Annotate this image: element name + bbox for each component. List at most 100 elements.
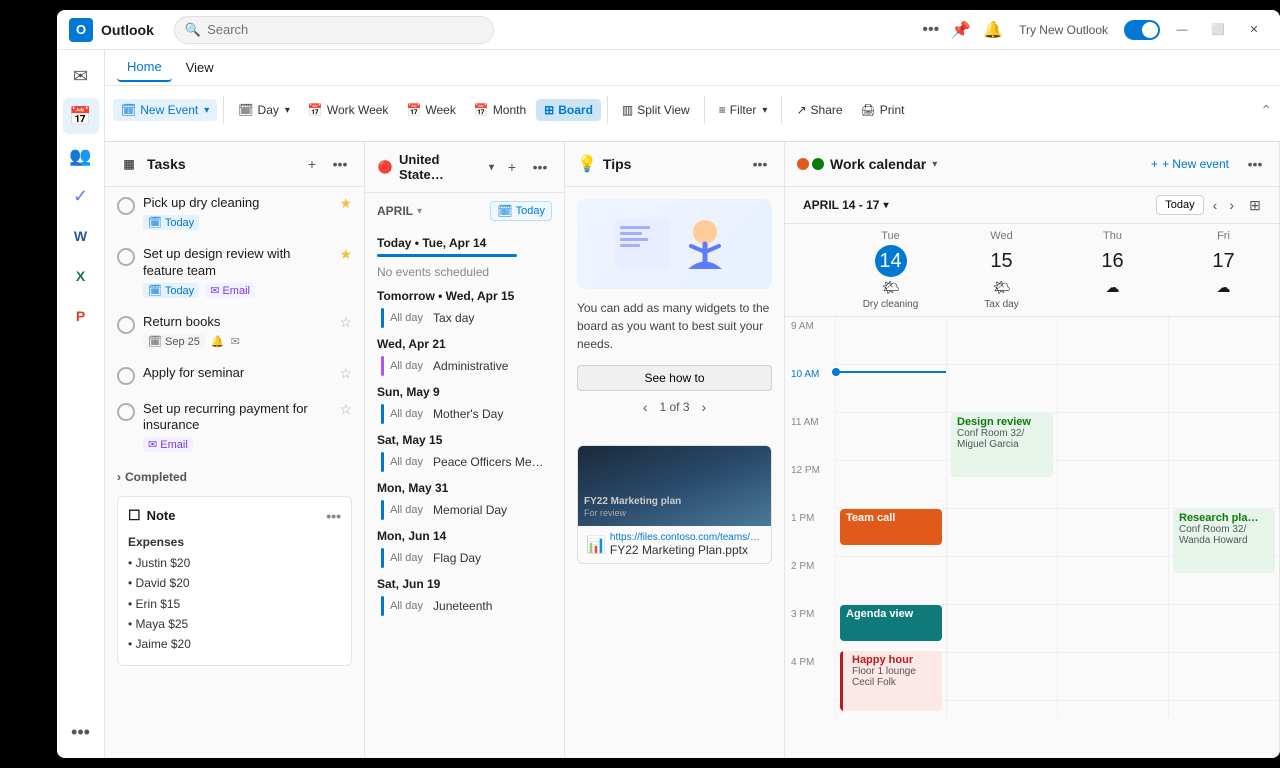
tasks-more-button[interactable]: ••• — [328, 152, 352, 176]
list-item[interactable]: All day Tax day — [365, 305, 564, 331]
new-event-button[interactable]: 🗓 New Event ▾ — [113, 99, 217, 121]
day-event-label: Tax day — [950, 299, 1053, 310]
task-star-icon[interactable]: ★ — [339, 246, 352, 263]
try-outlook-toggle[interactable] — [1124, 20, 1160, 40]
event-block-sub1: Conf Room 32/ — [1179, 524, 1269, 535]
search-bar[interactable]: 🔍 — [174, 16, 494, 44]
note-more-icon[interactable]: ••• — [326, 508, 341, 524]
sidebar-item-more[interactable]: ••• — [63, 714, 99, 750]
calendar-month-dropdown-icon[interactable]: ▾ — [417, 206, 422, 217]
cal-event-block[interactable]: Agenda view — [840, 605, 942, 641]
maximize-button[interactable]: ⬜ — [1204, 16, 1232, 44]
month-view-button[interactable]: ⊞ — [1243, 193, 1267, 217]
split-view-button[interactable]: ▥ Split View — [614, 99, 698, 121]
filter-button[interactable]: ≡ Filter ▾ — [711, 99, 776, 121]
task-checkbox[interactable] — [117, 248, 135, 266]
hour-line — [947, 557, 1057, 605]
sidebar-item-powerpoint[interactable]: P — [63, 298, 99, 334]
tips-next-button[interactable]: › — [702, 399, 707, 415]
workcal-more-button[interactable]: ••• — [1243, 152, 1267, 176]
tips-file-card[interactable]: FY22 Marketing plan For review 📊 https:/… — [577, 445, 772, 564]
cal-event-block[interactable]: Design review Conf Room 32/ Miguel Garci… — [951, 413, 1053, 477]
sidebar-item-todo[interactable]: ✓ — [63, 178, 99, 214]
task-star-icon[interactable]: ☆ — [339, 365, 352, 382]
list-item[interactable]: All day Administrative — [365, 353, 564, 379]
hour-line — [947, 317, 1057, 365]
see-how-button[interactable]: See how to — [577, 365, 772, 391]
add-calendar-event-button[interactable]: + — [500, 155, 524, 179]
list-item[interactable]: All day Peace Officers Me… — [365, 449, 564, 475]
list-item[interactable]: Apply for seminar ☆ — [105, 357, 364, 393]
event-title: Peace Officers Me… — [433, 455, 543, 469]
calendar-more-button[interactable]: ••• — [528, 155, 552, 179]
week-button[interactable]: 📅 Week — [398, 99, 463, 121]
ribbon-collapse-icon[interactable]: ⌃ — [1260, 102, 1272, 119]
sidebar-item-word[interactable]: W — [63, 218, 99, 254]
cal-event-block[interactable]: Happy hour Floor 1 lounge Cecil Folk — [840, 651, 942, 711]
work-week-button[interactable]: 📅 Work Week — [300, 99, 397, 121]
day-name: Tue — [839, 230, 942, 242]
hour-line — [1058, 413, 1168, 461]
list-item[interactable]: All day Juneteenth — [365, 593, 564, 619]
new-event-button[interactable]: + + New event — [1143, 153, 1237, 175]
tab-home[interactable]: Home — [117, 53, 172, 82]
event-block-title: Happy hour — [852, 654, 936, 666]
task-meta: 🗓 Today — [143, 215, 331, 230]
task-star-icon[interactable]: ☆ — [339, 314, 352, 331]
list-item[interactable]: Pick up dry cleaning 🗓 Today ★ — [105, 187, 364, 238]
workcal-day-16: Thu 16 ☁ — [1057, 224, 1168, 316]
tab-view[interactable]: View — [176, 54, 224, 81]
add-task-button[interactable]: + — [300, 152, 324, 176]
search-input[interactable] — [207, 22, 483, 37]
task-star-icon[interactable]: ☆ — [339, 401, 352, 418]
close-button[interactable]: ✕ — [1240, 16, 1268, 44]
task-checkbox[interactable] — [117, 367, 135, 385]
task-star-icon[interactable]: ★ — [339, 195, 352, 212]
prev-week-button[interactable]: ‹ — [1210, 194, 1221, 216]
titlebar-actions: ••• 📌 🔔 Try New Outlook — ⬜ ✕ — [922, 16, 1268, 44]
list-item[interactable]: All day Flag Day — [365, 545, 564, 571]
task-checkbox[interactable] — [117, 403, 135, 421]
current-time-line — [836, 371, 946, 373]
calendar-dropdown-icon[interactable]: ▾ — [489, 162, 494, 173]
event-color-dot — [381, 596, 384, 616]
next-week-button[interactable]: › — [1226, 194, 1237, 216]
list-item[interactable]: All day Mother's Day — [365, 401, 564, 427]
workcal-events-day-15: Design review Conf Room 32/ Miguel Garci… — [946, 317, 1057, 717]
more-icon[interactable]: ••• — [922, 21, 939, 39]
file-url: https://files.contoso.com/teams/… — [610, 532, 760, 543]
tips-more-button[interactable]: ••• — [748, 152, 772, 176]
bell-icon[interactable]: 🔔 — [983, 20, 1003, 40]
calendar-small-icon: 🗓 — [497, 204, 512, 218]
calendar-month-label[interactable]: APRIL — [377, 204, 413, 218]
tips-prev-button[interactable]: ‹ — [643, 399, 648, 415]
list-item[interactable]: Set up recurring payment for insurance ✉… — [105, 393, 364, 461]
share-button[interactable]: ↗ Share — [788, 99, 850, 121]
date-range-button[interactable]: APRIL 14 - 17 ▾ — [797, 195, 895, 215]
completed-section[interactable]: › Completed — [105, 460, 364, 488]
today-nav-button[interactable]: Today — [1156, 195, 1203, 215]
day-view-button[interactable]: 🗓 Day ▾ — [230, 99, 298, 121]
sidebar-item-excel[interactable]: X — [63, 258, 99, 294]
calendar-today-badge[interactable]: 🗓 Today — [490, 201, 552, 221]
workcal-dropdown-icon[interactable]: ▾ — [932, 159, 937, 170]
chevron-right-icon: › — [117, 470, 121, 484]
task-content: Pick up dry cleaning 🗓 Today — [143, 195, 331, 230]
sidebar-item-mail[interactable]: ✉ — [63, 58, 99, 94]
print-button[interactable]: 🖨 Print — [853, 99, 913, 121]
pin-icon[interactable]: 📌 — [951, 20, 971, 40]
cal-event-block[interactable]: Research pla… Conf Room 32/ Wanda Howard — [1173, 509, 1275, 573]
tasks-collapse-icon[interactable]: ▦ — [117, 152, 141, 176]
workcal-day-15: Wed 15 🌤 Tax day — [946, 224, 1057, 316]
board-button[interactable]: ⊞ Board — [536, 99, 601, 121]
month-button[interactable]: 📅 Month — [466, 99, 534, 121]
sidebar-item-contacts[interactable]: 👥 — [63, 138, 99, 174]
cal-event-block[interactable]: Team call — [840, 509, 942, 545]
minimize-button[interactable]: — — [1168, 16, 1196, 44]
list-item[interactable]: Return books 🗓 Sep 25 🔔 ✉ ☆ — [105, 306, 364, 357]
task-checkbox[interactable] — [117, 197, 135, 215]
task-checkbox[interactable] — [117, 316, 135, 334]
sidebar-item-calendar[interactable]: 📅 — [63, 98, 99, 134]
list-item[interactable]: Set up design review with feature team 🗓… — [105, 238, 364, 306]
list-item[interactable]: All day Memorial Day — [365, 497, 564, 523]
